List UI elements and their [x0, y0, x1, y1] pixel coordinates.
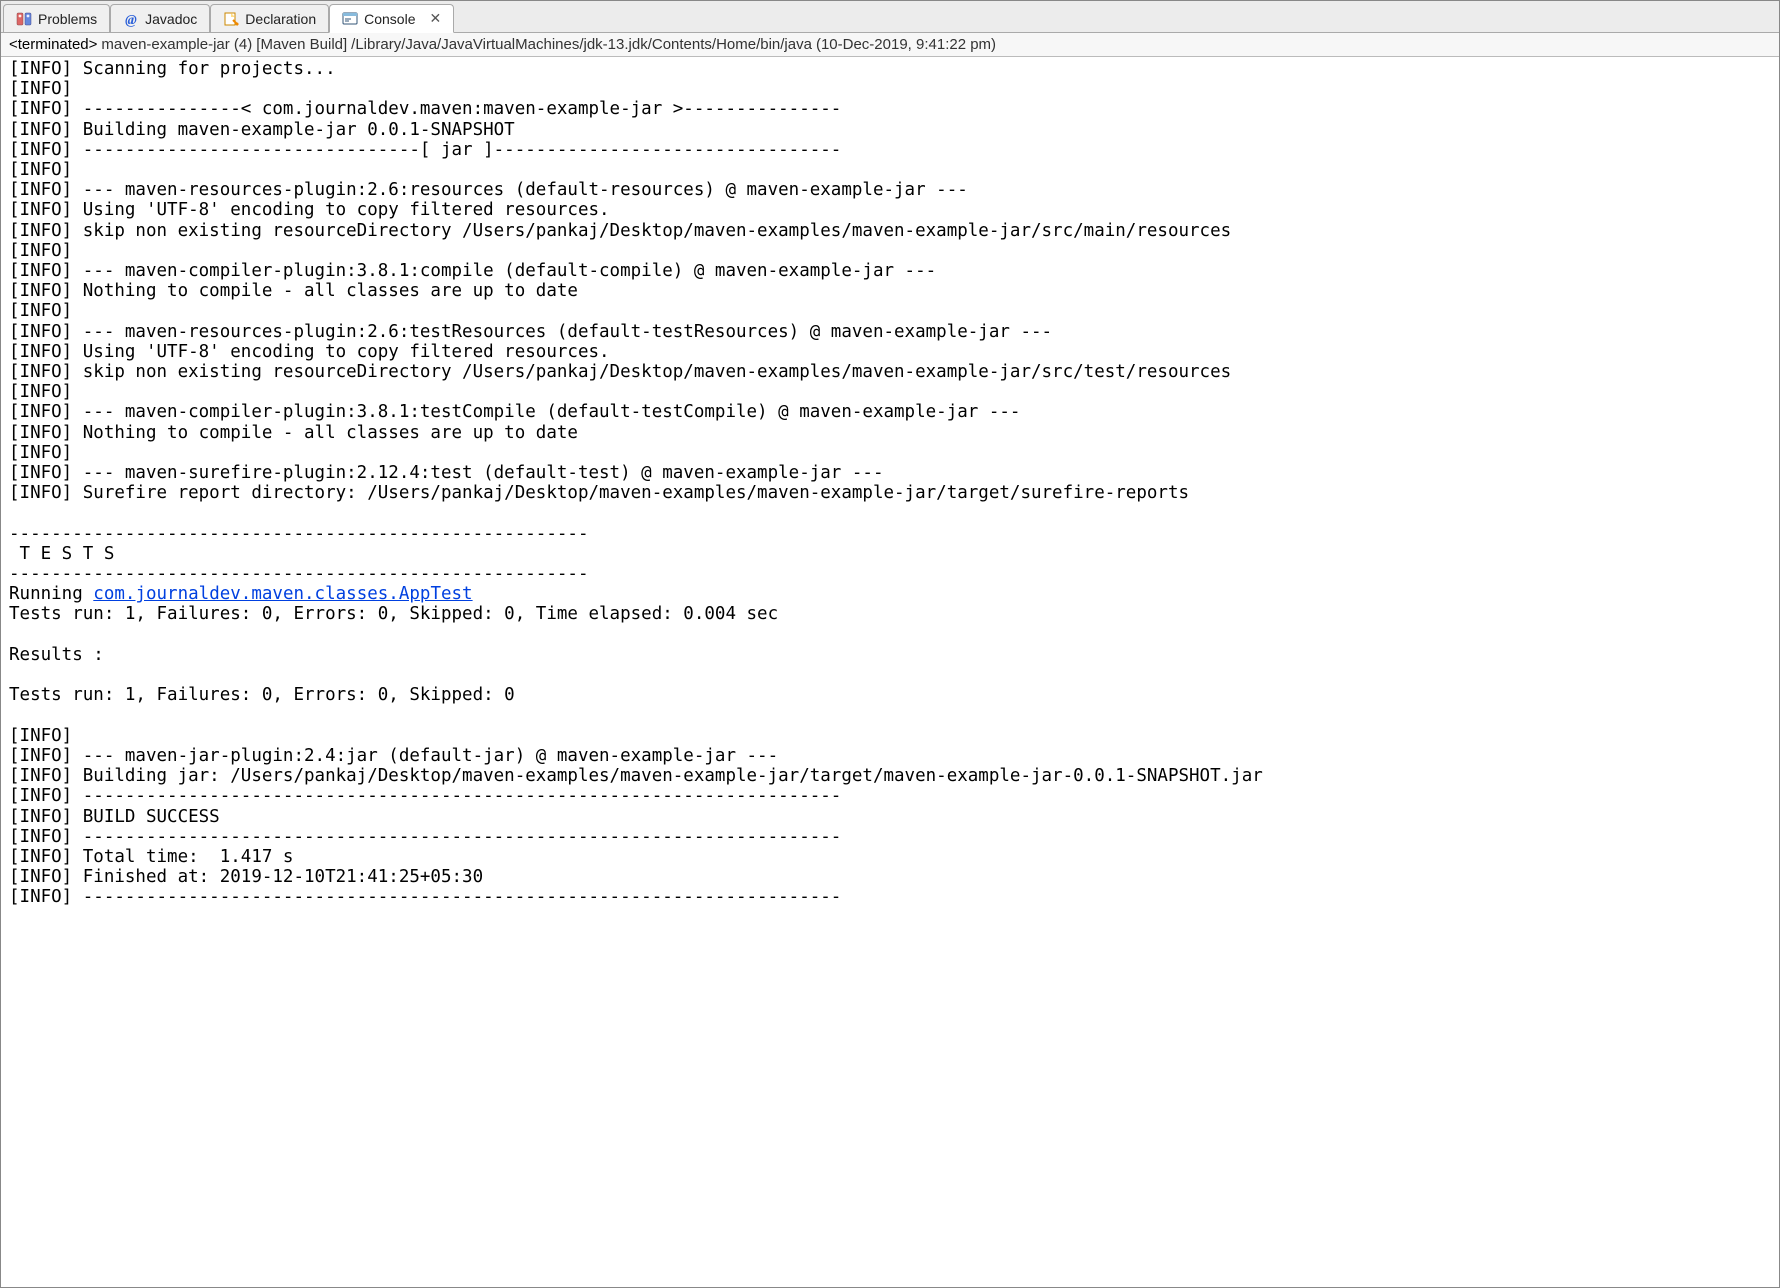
- test-class-link[interactable]: com.journaldev.maven.classes.AppTest: [93, 584, 472, 604]
- status-run-name: maven-example-jar (4): [101, 36, 252, 53]
- declaration-icon: [223, 11, 239, 27]
- problems-icon: [16, 11, 32, 27]
- tab-declaration[interactable]: Declaration: [210, 4, 329, 32]
- tab-label: Console: [364, 11, 415, 27]
- status-terminated: <terminated>: [9, 36, 97, 53]
- tab-problems[interactable]: Problems: [3, 4, 110, 32]
- console-output[interactable]: [INFO] Scanning for projects... [INFO] […: [1, 57, 1779, 910]
- console-icon: [342, 11, 358, 27]
- tab-label: Declaration: [245, 11, 316, 27]
- console-link-prefix: Running: [9, 584, 93, 604]
- status-run-type: [Maven Build]: [256, 36, 347, 53]
- tab-console[interactable]: Console ✕: [329, 4, 454, 33]
- tab-label: Problems: [38, 11, 97, 27]
- view-tabs: Problems @ Javadoc Declaration: [1, 1, 1779, 33]
- status-path: /Library/Java/JavaVirtualMachines/jdk-13…: [351, 36, 812, 53]
- svg-text:@: @: [125, 13, 137, 27]
- status-timestamp: (10-Dec-2019, 9:41:22 pm): [816, 36, 996, 53]
- javadoc-icon: @: [123, 11, 139, 27]
- tab-label: Javadoc: [145, 11, 197, 27]
- console-text-pre: [INFO] Scanning for projects... [INFO] […: [9, 59, 1231, 584]
- tab-javadoc[interactable]: @ Javadoc: [110, 4, 210, 32]
- console-text-post: Tests run: 1, Failures: 0, Errors: 0, Sk…: [9, 604, 1263, 907]
- close-icon[interactable]: ✕: [430, 10, 442, 27]
- console-status-bar: <terminated> maven-example-jar (4) [Mave…: [1, 33, 1779, 57]
